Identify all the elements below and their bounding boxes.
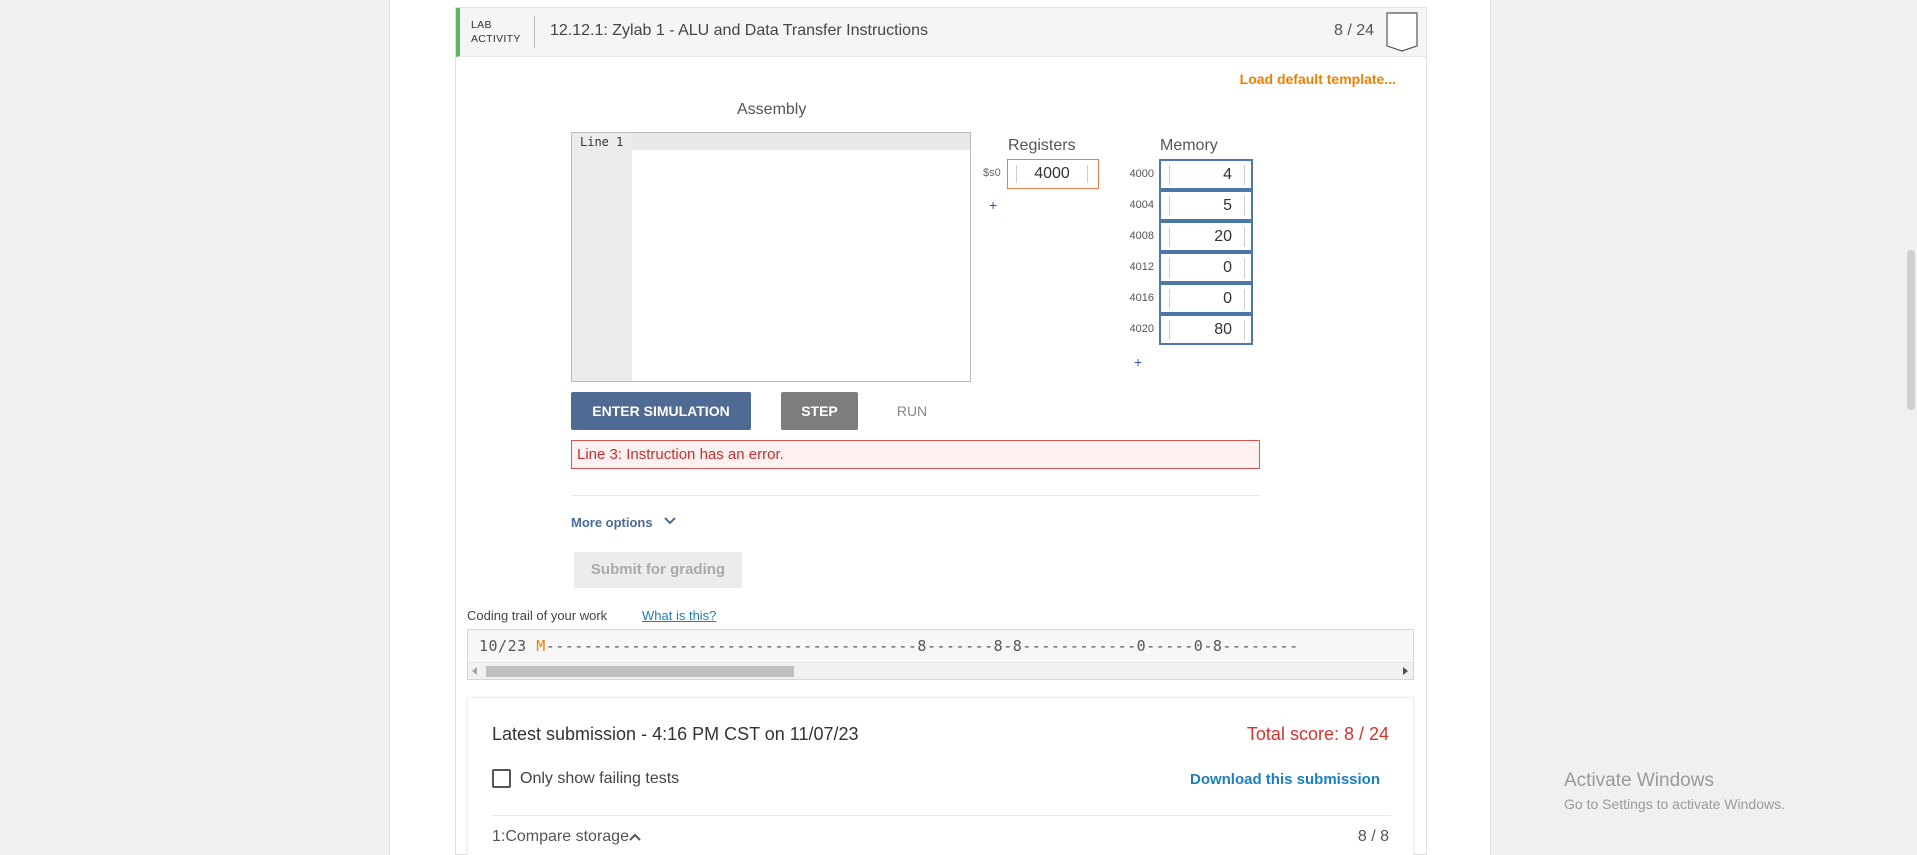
only-failing-label[interactable]: Only show failing tests — [520, 770, 679, 788]
coding-trail-label: Coding trail of your work — [467, 608, 608, 623]
chevron-up-icon[interactable] — [628, 831, 642, 843]
line-number: Line 1 — [580, 135, 624, 149]
memory-value: 20 — [1169, 227, 1245, 247]
activity-header: LAB ACTIVITY 12.12.1: Zylab 1 - ALU and … — [456, 8, 1426, 57]
registers-title: Registers — [1008, 137, 1076, 154]
vertical-scrollbar[interactable] — [1905, 0, 1917, 855]
memory-address: 4012 — [1129, 261, 1154, 273]
add-register-button[interactable]: + — [989, 197, 997, 213]
total-score: Total score: 8 / 24 — [1246, 724, 1389, 744]
scroll-right-arrow-icon[interactable] — [1403, 667, 1408, 675]
memory-cell[interactable]: 5 — [1159, 190, 1253, 221]
test-case-score: 8 / 8 — [1357, 828, 1389, 845]
test-case-toggle[interactable]: 1:Compare storage — [492, 828, 629, 846]
only-failing-checkbox[interactable] — [492, 769, 511, 788]
activity-type-line2: ACTIVITY — [471, 33, 521, 45]
scrollbar-thumb[interactable] — [486, 666, 794, 677]
load-default-template-link[interactable]: Load default template... — [1240, 71, 1396, 87]
watermark-subtitle: Go to Settings to activate Windows. — [1564, 796, 1785, 812]
coding-trail-text: 10/23 M---------------------------------… — [479, 637, 1299, 655]
add-memory-button[interactable]: + — [1134, 354, 1142, 370]
assembly-editor[interactable]: Line 1 — [571, 132, 971, 382]
memory-address: 4020 — [1129, 323, 1154, 335]
memory-value: 4 — [1169, 165, 1245, 185]
more-options-toggle[interactable]: More options — [571, 515, 653, 530]
memory-title: Memory — [1160, 137, 1218, 154]
header-divider — [534, 16, 535, 48]
section-divider — [571, 495, 1260, 496]
latest-submission: Latest submission - 4:16 PM CST on 11/07… — [492, 724, 859, 744]
memory-cell[interactable]: 4 — [1159, 159, 1253, 190]
activity-type: LAB ACTIVITY — [471, 18, 521, 46]
memory-address: 4000 — [1129, 168, 1154, 180]
memory-cell[interactable]: 80 — [1159, 314, 1253, 345]
register-value: 4000 — [1016, 165, 1088, 183]
memory-address: 4016 — [1129, 292, 1154, 304]
trail-marker: M — [536, 637, 546, 655]
completion-badge-icon — [1386, 12, 1418, 52]
watermark-title: Activate Windows — [1564, 770, 1714, 791]
run-button[interactable]: RUN — [880, 392, 944, 430]
trail-prefix: 10/23 — [479, 637, 527, 655]
memory-value: 0 — [1169, 258, 1245, 278]
what-is-this-link[interactable]: What is this? — [642, 608, 716, 623]
activity-type-line1: LAB — [471, 19, 492, 31]
download-submission-link[interactable]: Download this submission — [1190, 771, 1380, 788]
memory-cell[interactable]: 0 — [1159, 252, 1253, 283]
step-button[interactable]: STEP — [781, 392, 858, 430]
editor-gutter — [572, 133, 632, 381]
assembly-title: Assembly — [737, 101, 807, 118]
activity-title: 12.12.1: Zylab 1 - ALU and Data Transfer… — [550, 22, 928, 39]
submit-for-grading-button[interactable]: Submit for grading — [574, 552, 742, 588]
activity-score: 8 / 24 — [1333, 22, 1374, 39]
error-message: Line 3: Instruction has an error. — [571, 440, 1260, 469]
memory-value: 0 — [1169, 289, 1245, 309]
windows-activation-watermark: Activate Windows Go to Settings to activ… — [1564, 770, 1785, 812]
scroll-left-arrow-icon[interactable] — [472, 667, 477, 675]
register-name: $s0 — [983, 167, 1001, 179]
horizontal-scrollbar[interactable] — [468, 662, 1413, 679]
memory-address: 4004 — [1129, 199, 1154, 211]
memory-value: 5 — [1169, 196, 1245, 216]
chevron-down-icon[interactable] — [663, 514, 677, 528]
trail-rest: ---------------------------------------8… — [545, 637, 1299, 655]
submission-results: Latest submission - 4:16 PM CST on 11/07… — [467, 697, 1414, 855]
vertical-scrollbar-thumb[interactable] — [1907, 250, 1915, 410]
memory-address: 4008 — [1129, 230, 1154, 242]
enter-simulation-button[interactable]: ENTER SIMULATION — [571, 392, 751, 430]
results-divider — [492, 815, 1391, 816]
memory-value: 80 — [1169, 320, 1245, 340]
coding-trail-box: 10/23 M---------------------------------… — [467, 629, 1414, 680]
memory-cell[interactable]: 20 — [1159, 221, 1253, 252]
memory-cell[interactable]: 0 — [1159, 283, 1253, 314]
editor-active-line — [632, 133, 970, 150]
register-s0-field[interactable]: 4000 — [1007, 159, 1099, 189]
